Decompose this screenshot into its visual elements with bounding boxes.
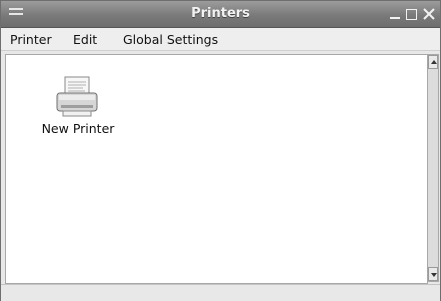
maximize-icon — [406, 9, 417, 20]
menu-global-settings-label: Global Settings — [123, 32, 219, 47]
new-printer-item[interactable]: New Printer — [28, 75, 128, 145]
title-bar[interactable]: Printers — [1, 1, 440, 28]
minimize-button[interactable] — [388, 7, 402, 21]
close-button[interactable] — [422, 7, 436, 21]
menu-edit-label: Edit — [73, 32, 98, 47]
minimize-icon — [390, 17, 400, 19]
vertical-scrollbar[interactable] — [427, 54, 439, 282]
menu-printer-label: Printer — [10, 32, 52, 47]
scroll-up-button[interactable] — [428, 55, 438, 69]
menu-printer[interactable]: Printer — [10, 32, 52, 47]
new-printer-label: New Printer — [41, 121, 115, 136]
printers-window: Printers Printer Edit Global Settings Ne… — [0, 0, 441, 301]
printers-view[interactable]: New Printer — [5, 54, 428, 284]
menu-global-settings[interactable]: Global Settings — [123, 32, 218, 47]
menu-bar: Printer Edit Global Settings — [1, 28, 440, 51]
status-bar — [1, 284, 440, 301]
scroll-down-button[interactable] — [428, 267, 438, 281]
menu-edit[interactable]: Edit — [73, 32, 97, 47]
arrow-up-icon — [431, 60, 437, 64]
arrow-down-icon — [431, 273, 437, 277]
close-icon — [423, 8, 435, 20]
window-title: Printers — [191, 6, 250, 21]
maximize-button[interactable] — [404, 7, 418, 21]
printer-icon — [56, 76, 98, 117]
